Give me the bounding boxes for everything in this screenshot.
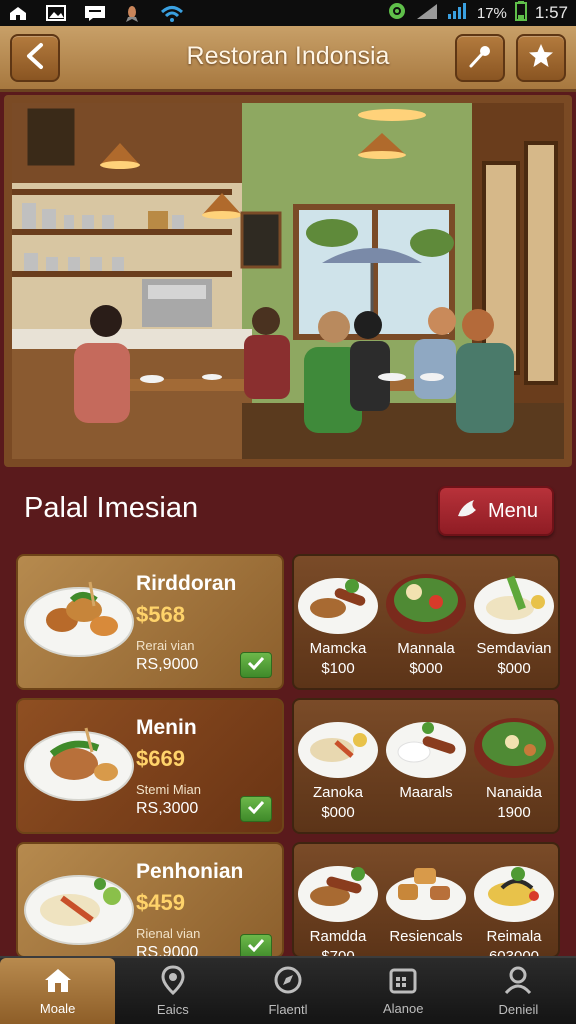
app-header: Restoran Indonsia xyxy=(0,26,576,92)
wifi-status-icon xyxy=(160,5,184,22)
dish-image xyxy=(386,868,466,920)
nav-item-home[interactable]: Moale xyxy=(0,958,116,1024)
dish-image xyxy=(24,581,134,657)
dish-image xyxy=(474,575,554,634)
dish-image xyxy=(24,875,134,945)
dish-name: Menin xyxy=(136,716,197,739)
dish-name: Maarals xyxy=(399,784,453,801)
featured-dish-card[interactable]: Penhonian $459 Rienal vian RS,9000 xyxy=(16,842,284,958)
dish-price: $100 xyxy=(321,660,355,677)
nav-label: Eaics xyxy=(156,1002,189,1017)
check-icon xyxy=(247,800,265,819)
nav-label: Flaentl xyxy=(268,1002,308,1017)
select-checkbox[interactable] xyxy=(240,652,272,678)
nav-label: Denieil xyxy=(498,1002,539,1017)
nav-label: Moale xyxy=(39,1001,76,1016)
dish-image xyxy=(474,718,554,778)
dish-price: $568 xyxy=(136,602,185,627)
dish-subtitle: Rienal vian xyxy=(136,926,201,941)
bottom-navigation: Moale Eaics Flaentl Alanoe Denieil xyxy=(0,956,576,1024)
dish-tile[interactable]: Mamcka $100 xyxy=(294,556,382,688)
nav-label: Alanoe xyxy=(382,1001,424,1016)
signal-bars-icon xyxy=(447,2,469,25)
nav-item-calendar[interactable]: Alanoe xyxy=(346,958,461,1024)
dish-image xyxy=(298,578,378,634)
dish-subprice: RS,3000 xyxy=(136,800,199,817)
dish-image xyxy=(298,722,378,778)
dish-image xyxy=(24,727,134,801)
dish-tile[interactable]: Mannala $000 xyxy=(382,556,470,688)
signal-icon xyxy=(415,2,439,25)
menu-label: Menu xyxy=(487,499,539,522)
section-header: Palal Imesian Menu xyxy=(0,468,576,554)
dish-name: Ramdda xyxy=(309,928,367,945)
dish-name: Mamcka xyxy=(309,640,367,657)
dish-tile[interactable]: Maarals xyxy=(382,700,470,832)
dish-price: $459 xyxy=(136,890,185,915)
dish-name: Zanoka xyxy=(312,784,364,801)
status-bar: 17% 1:57 xyxy=(0,0,576,26)
dish-price: $669 xyxy=(136,746,185,771)
home-icon xyxy=(43,966,73,997)
nav-item-profile[interactable]: Denieil xyxy=(461,958,576,1024)
dish-subprice: RS,9000 xyxy=(136,656,199,673)
battery-icon xyxy=(514,0,527,26)
dish-tile[interactable]: Semdavian $000 xyxy=(470,556,558,688)
dish-tile[interactable]: Resiencals xyxy=(382,844,470,956)
dish-tile[interactable]: Nanaida 1900 xyxy=(470,700,558,832)
dish-name: Resiencals xyxy=(389,928,463,945)
restaurant-hero-image xyxy=(4,95,572,467)
favorite-button[interactable] xyxy=(516,34,566,82)
nav-item-places[interactable]: Eaics xyxy=(115,958,230,1024)
star-icon xyxy=(527,42,555,75)
dish-name: Semdavian xyxy=(476,640,552,657)
clock: 1:57 xyxy=(534,3,568,22)
dish-name: Mannala xyxy=(397,640,455,657)
select-checkbox[interactable] xyxy=(240,796,272,822)
dish-image xyxy=(386,722,466,778)
compass-icon xyxy=(273,965,303,998)
dish-name: Reimala xyxy=(486,928,542,945)
dish-grid-row: Ramdda $700 Resiencals Reimala 603000 xyxy=(292,842,560,958)
dish-name: Penhonian xyxy=(136,860,244,883)
dish-tile[interactable]: Reimala 603000 xyxy=(470,844,558,956)
dish-price: $000 xyxy=(497,660,531,677)
dish-name: Rirddoran xyxy=(136,572,237,595)
chili-icon xyxy=(454,496,480,526)
dish-grid-row: Mamcka $100 Mannala $000 Semdavian $000 xyxy=(292,554,560,690)
dish-tile[interactable]: Ramdda $700 xyxy=(294,844,382,956)
dish-subtitle: Rerai vian xyxy=(136,638,195,653)
settings-status-icon xyxy=(387,1,407,26)
utensil-icon xyxy=(466,42,494,75)
check-icon xyxy=(247,938,265,957)
check-icon xyxy=(247,656,265,675)
dish-price: $000 xyxy=(409,660,443,677)
utensil-button[interactable] xyxy=(455,34,505,82)
message-status-icon xyxy=(84,5,105,21)
rocket-status-icon xyxy=(122,5,142,22)
dish-grid-row: Zanoka $000 Maarals Nanaida 1900 xyxy=(292,698,560,834)
dish-price: 1900 xyxy=(497,804,531,821)
calendar-icon xyxy=(388,966,418,997)
featured-dish-card[interactable]: Menin $669 Stemi Mian RS,3000 xyxy=(16,698,284,834)
select-checkbox[interactable] xyxy=(240,934,272,957)
location-pin-icon xyxy=(160,965,186,998)
menu-button[interactable]: Menu xyxy=(438,486,554,536)
dish-image xyxy=(386,574,466,634)
dish-image xyxy=(474,866,554,922)
dish-subtitle: Stemi Mian xyxy=(136,782,202,797)
user-icon xyxy=(503,965,533,998)
dish-price: $000 xyxy=(321,804,355,821)
featured-dish-card[interactable]: Rirddoran $568 Rerai vian RS,9000 xyxy=(16,554,284,690)
dish-name: Nanaida xyxy=(486,784,542,801)
nav-item-explore[interactable]: Flaentl xyxy=(230,958,345,1024)
dish-image xyxy=(298,866,378,922)
battery-percent: 17% xyxy=(476,4,507,22)
section-title: Palal Imesian xyxy=(24,492,199,524)
home-status-icon xyxy=(8,5,28,21)
dish-tile[interactable]: Zanoka $000 xyxy=(294,700,382,832)
image-status-icon xyxy=(46,5,66,21)
